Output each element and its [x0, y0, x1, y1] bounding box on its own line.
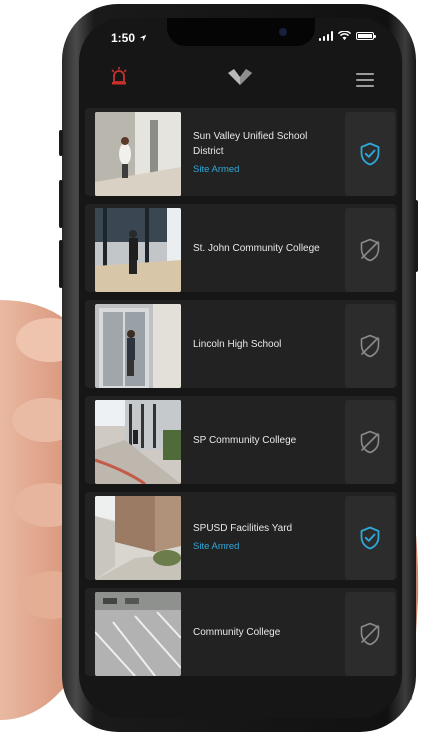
camera-thumbnail[interactable] [95, 304, 181, 388]
shield-check-icon [360, 142, 380, 166]
site-text: Lincoln High School [193, 300, 339, 388]
shield-check-icon [360, 526, 380, 550]
arm-toggle-disarmed[interactable] [345, 208, 395, 292]
arm-toggle-armed[interactable] [345, 112, 395, 196]
site-name: St. John Community College [193, 242, 320, 254]
arm-toggle-armed[interactable] [345, 496, 395, 580]
signal-icon [318, 31, 333, 41]
site-status: Site Armed [193, 164, 240, 175]
arm-toggle-disarmed[interactable] [345, 400, 395, 484]
site-name: SPUSD Facilities Yard [193, 522, 293, 534]
site-text: St. John Community College [193, 204, 339, 292]
wifi-icon [338, 31, 351, 41]
v-logo-icon [228, 69, 252, 85]
shield-off-icon [360, 430, 380, 454]
site-text: SPUSD Facilities Yard Site Amred [193, 492, 339, 580]
site-status: Site Amred [193, 540, 240, 552]
site-card[interactable]: SP Community College [85, 396, 397, 484]
arm-toggle-disarmed[interactable] [345, 592, 395, 676]
site-card[interactable]: SPUSD Facilities Yard Site Amred [85, 492, 397, 580]
status-icons [318, 31, 376, 41]
location-arrow-icon [140, 34, 147, 42]
site-text: Sun Valley Unified School District Site A… [193, 108, 339, 196]
site-card[interactable]: Community College [85, 588, 397, 676]
site-name: Lincoln High School [193, 338, 282, 350]
volume-down-button [59, 240, 63, 288]
shield-off-icon [360, 622, 380, 646]
site-card[interactable]: Sun Valley Unified School District Site A… [85, 108, 397, 196]
camera-thumbnail[interactable] [95, 592, 181, 676]
site-text: SP Community College [193, 396, 339, 484]
shield-off-icon [360, 334, 380, 358]
power-button [414, 200, 418, 272]
arm-toggle-disarmed[interactable] [345, 304, 395, 388]
site-card[interactable]: St. John Community College [85, 204, 397, 292]
siren-icon[interactable] [109, 66, 129, 86]
status-time: 1:50 [111, 31, 147, 45]
site-card[interactable]: Lincoln High School [85, 300, 397, 388]
volume-up-button [59, 180, 63, 228]
site-name: SP Community College [193, 434, 297, 446]
hamburger-icon[interactable] [356, 73, 374, 91]
camera-thumbnail[interactable] [95, 400, 181, 484]
app-screen: 1:50 Sun Valley Unified School District … [79, 18, 402, 718]
camera-thumbnail[interactable] [95, 112, 181, 196]
site-text: Community College [193, 588, 339, 676]
battery-icon [356, 32, 376, 40]
camera-thumbnail[interactable] [95, 208, 181, 292]
notch [167, 18, 315, 46]
site-name: Community College [193, 626, 281, 638]
side-button [59, 130, 63, 156]
camera-thumbnail[interactable] [95, 496, 181, 580]
site-name: Sun Valley Unified School District [193, 131, 308, 157]
app-header [79, 58, 402, 102]
shield-off-icon [360, 238, 380, 262]
